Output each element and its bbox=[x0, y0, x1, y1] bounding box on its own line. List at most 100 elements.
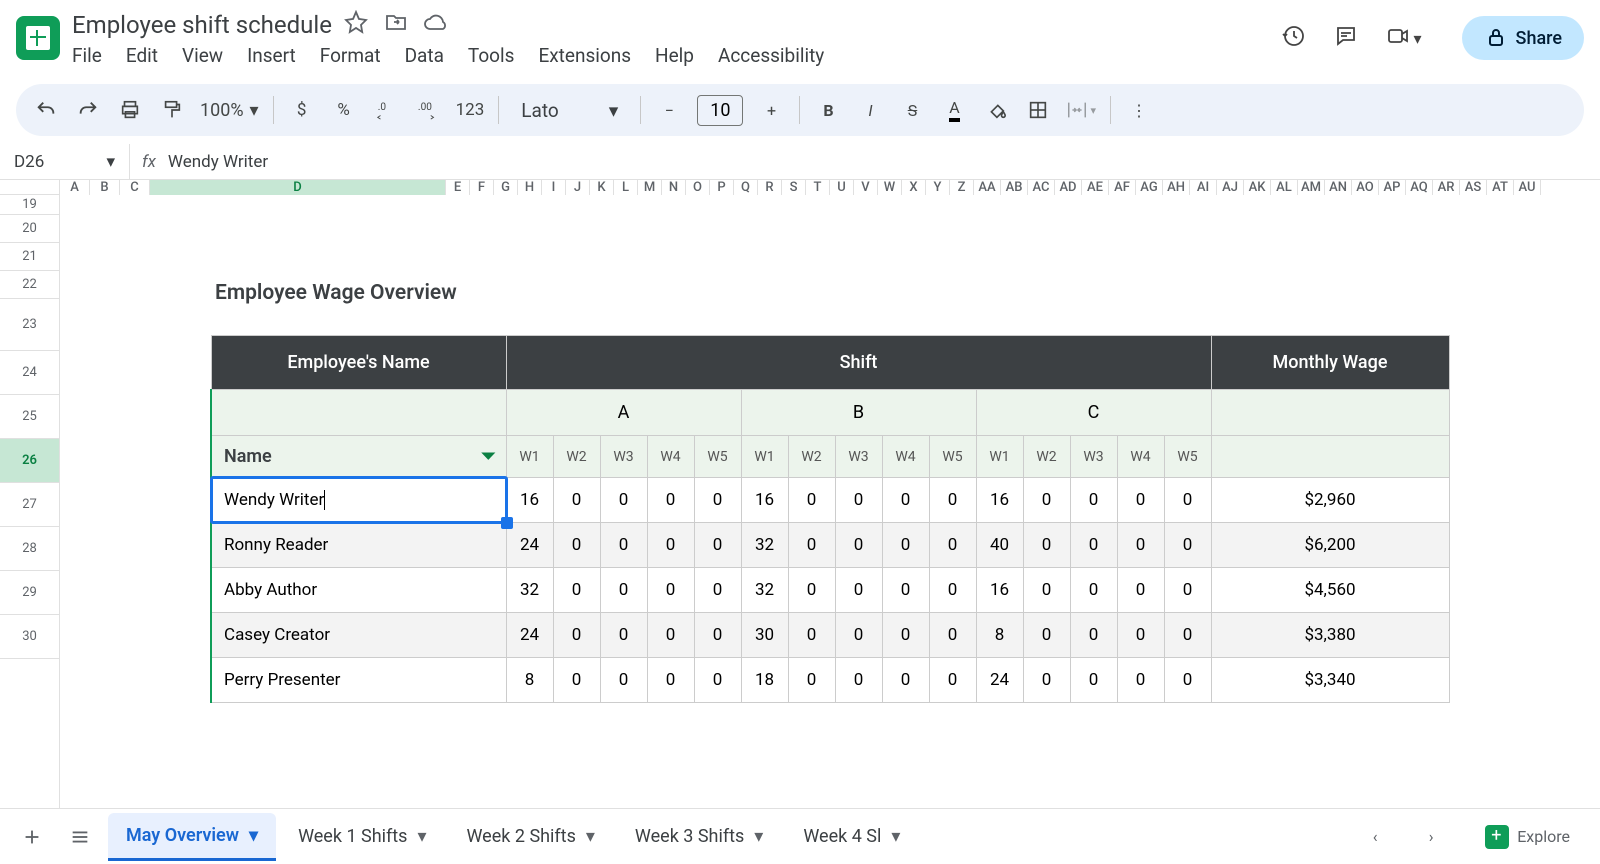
column-header-AU[interactable]: AU bbox=[1514, 180, 1541, 195]
explore-button[interactable]: Explore bbox=[1467, 825, 1588, 849]
document-title[interactable]: Employee shift schedule bbox=[72, 11, 332, 39]
row-header-26[interactable]: 26 bbox=[0, 439, 59, 483]
shift-value[interactable]: 0 bbox=[553, 478, 600, 523]
shift-value[interactable]: 0 bbox=[929, 523, 976, 568]
more-toolbar-button[interactable]: ⋮ bbox=[1125, 92, 1153, 128]
column-header-AQ[interactable]: AQ bbox=[1406, 180, 1433, 195]
shift-value[interactable]: 0 bbox=[647, 658, 694, 703]
decrease-decimal-button[interactable]: .0 bbox=[372, 92, 400, 128]
shift-value[interactable]: 0 bbox=[1117, 478, 1164, 523]
shift-value[interactable]: 0 bbox=[1023, 658, 1070, 703]
shift-value[interactable]: 0 bbox=[600, 478, 647, 523]
employee-name-cell[interactable]: Perry Presenter bbox=[211, 658, 506, 703]
shift-value[interactable]: 0 bbox=[788, 658, 835, 703]
row-header-22[interactable]: 22 bbox=[0, 271, 59, 299]
shift-value[interactable]: 0 bbox=[1164, 658, 1211, 703]
row-header-25[interactable]: 25 bbox=[0, 395, 59, 439]
shift-value[interactable]: 0 bbox=[553, 568, 600, 613]
column-header-U[interactable]: U bbox=[830, 180, 854, 195]
sheet-tab[interactable]: Week 3 Shifts▾ bbox=[617, 813, 781, 861]
column-header-Y[interactable]: Y bbox=[926, 180, 950, 195]
column-header-AR[interactable]: AR bbox=[1433, 180, 1460, 195]
shift-value[interactable]: 0 bbox=[1164, 613, 1211, 658]
shift-value[interactable]: 0 bbox=[835, 658, 882, 703]
shift-value[interactable]: 0 bbox=[835, 523, 882, 568]
column-header-AD[interactable]: AD bbox=[1055, 180, 1082, 195]
shift-value[interactable]: 24 bbox=[976, 658, 1023, 703]
shift-value[interactable]: 24 bbox=[506, 613, 553, 658]
name-box[interactable]: D26▾ bbox=[0, 144, 130, 179]
column-header-E[interactable]: E bbox=[446, 180, 470, 195]
sheet-tab[interactable]: Week 2 Shifts▾ bbox=[448, 813, 612, 861]
wage-cell[interactable]: $3,340 bbox=[1211, 658, 1449, 703]
column-header-Q[interactable]: Q bbox=[734, 180, 758, 195]
shift-value[interactable]: 0 bbox=[647, 478, 694, 523]
shift-value[interactable]: 24 bbox=[506, 523, 553, 568]
merge-cells-button[interactable]: ▾ bbox=[1066, 92, 1096, 128]
column-header-G[interactable]: G bbox=[494, 180, 518, 195]
menu-edit[interactable]: Edit bbox=[126, 44, 158, 67]
shift-value[interactable]: 0 bbox=[882, 613, 929, 658]
shift-value[interactable]: 0 bbox=[600, 568, 647, 613]
column-header-R[interactable]: R bbox=[758, 180, 782, 195]
column-header-AH[interactable]: AH bbox=[1163, 180, 1190, 195]
shift-value[interactable]: 0 bbox=[1070, 478, 1117, 523]
column-header-I[interactable]: I bbox=[542, 180, 566, 195]
shift-value[interactable]: 16 bbox=[976, 568, 1023, 613]
column-header-H[interactable]: H bbox=[518, 180, 542, 195]
column-header-AT[interactable]: AT bbox=[1487, 180, 1514, 195]
shift-value[interactable]: 30 bbox=[741, 613, 788, 658]
shift-value[interactable]: 0 bbox=[694, 523, 741, 568]
column-header-AB[interactable]: AB bbox=[1001, 180, 1028, 195]
wage-cell[interactable]: $3,380 bbox=[1211, 613, 1449, 658]
column-header-AA[interactable]: AA bbox=[974, 180, 1001, 195]
shift-value[interactable]: 0 bbox=[882, 478, 929, 523]
row-header-24[interactable]: 24 bbox=[0, 351, 59, 395]
column-header-P[interactable]: P bbox=[710, 180, 734, 195]
select-all-corner[interactable] bbox=[0, 180, 60, 195]
shift-value[interactable]: 0 bbox=[929, 613, 976, 658]
column-header-AP[interactable]: AP bbox=[1379, 180, 1406, 195]
row-header-19[interactable]: 19 bbox=[0, 195, 59, 215]
menu-extensions[interactable]: Extensions bbox=[538, 44, 631, 67]
row-header-20[interactable]: 20 bbox=[0, 215, 59, 243]
column-header-AS[interactable]: AS bbox=[1460, 180, 1487, 195]
wage-cell[interactable]: $2,960 bbox=[1211, 478, 1449, 523]
all-sheets-button[interactable] bbox=[60, 817, 100, 857]
currency-button[interactable]: $ bbox=[288, 92, 316, 128]
shift-value[interactable]: 18 bbox=[741, 658, 788, 703]
increase-decimal-button[interactable]: .00 bbox=[414, 92, 442, 128]
shift-value[interactable]: 0 bbox=[694, 478, 741, 523]
filter-icon[interactable]: ⏷ bbox=[481, 446, 495, 467]
sheet-tab[interactable]: May Overview▾ bbox=[108, 813, 276, 861]
font-family-dropdown[interactable]: Lato▾ bbox=[513, 99, 626, 122]
column-header-AK[interactable]: AK bbox=[1244, 180, 1271, 195]
shift-value[interactable]: 16 bbox=[741, 478, 788, 523]
shift-value[interactable]: 0 bbox=[882, 523, 929, 568]
font-size-input[interactable]: 10 bbox=[697, 95, 743, 126]
column-header-T[interactable]: T bbox=[806, 180, 830, 195]
shift-value[interactable]: 0 bbox=[1117, 658, 1164, 703]
move-icon[interactable] bbox=[384, 10, 408, 40]
shift-value[interactable]: 0 bbox=[1164, 523, 1211, 568]
menu-format[interactable]: Format bbox=[320, 44, 381, 67]
shift-value[interactable]: 0 bbox=[1023, 478, 1070, 523]
column-header-AJ[interactable]: AJ bbox=[1217, 180, 1244, 195]
row-header-28[interactable]: 28 bbox=[0, 527, 59, 571]
shift-value[interactable]: 0 bbox=[553, 613, 600, 658]
fill-color-button[interactable] bbox=[982, 92, 1010, 128]
shift-value[interactable]: 0 bbox=[694, 568, 741, 613]
employee-name-cell[interactable]: Wendy Writer bbox=[211, 478, 506, 523]
shift-value[interactable]: 0 bbox=[1164, 568, 1211, 613]
formula-input[interactable]: Wendy Writer bbox=[168, 152, 268, 172]
column-header-AE[interactable]: AE bbox=[1082, 180, 1109, 195]
column-header-AI[interactable]: AI bbox=[1190, 180, 1217, 195]
column-header-AO[interactable]: AO bbox=[1352, 180, 1379, 195]
shift-value[interactable]: 0 bbox=[1070, 568, 1117, 613]
sheet-tab[interactable]: Week 1 Shifts▾ bbox=[280, 813, 444, 861]
shift-value[interactable]: 0 bbox=[553, 523, 600, 568]
menu-accessibility[interactable]: Accessibility bbox=[718, 44, 824, 67]
tabs-prev-button[interactable]: ‹ bbox=[1355, 817, 1395, 857]
menu-data[interactable]: Data bbox=[405, 44, 444, 67]
column-header-Z[interactable]: Z bbox=[950, 180, 974, 195]
